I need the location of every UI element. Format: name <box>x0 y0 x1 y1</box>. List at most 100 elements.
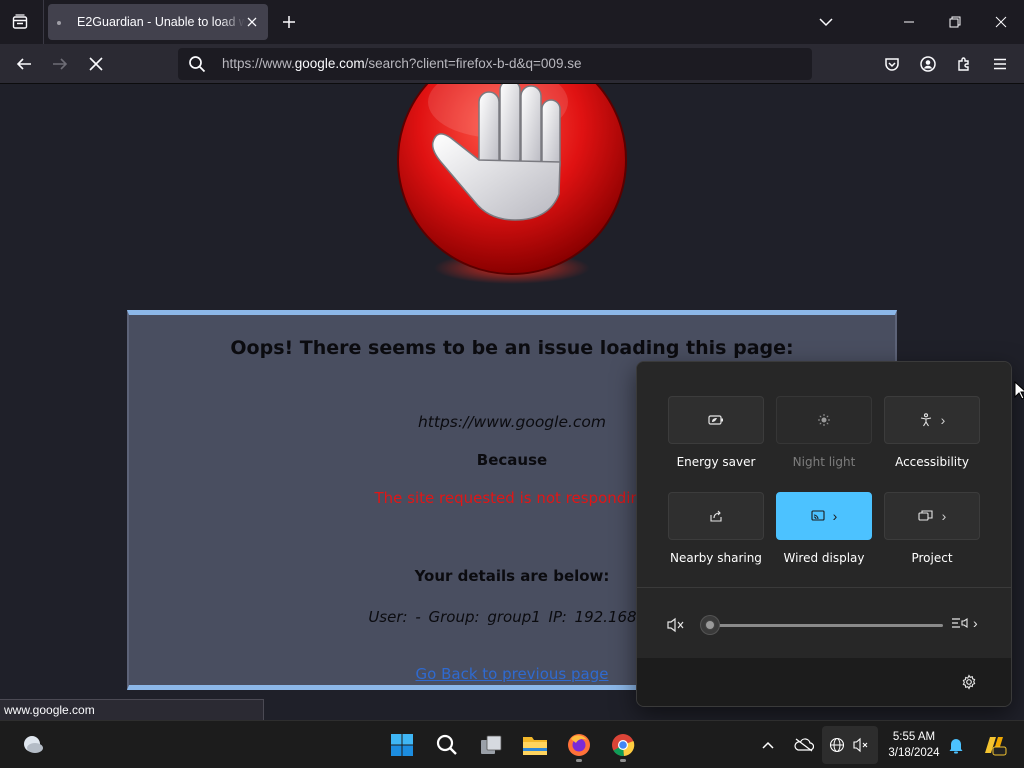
new-tab-button[interactable] <box>278 11 300 33</box>
chevron-up-icon <box>762 741 774 749</box>
bell-icon <box>949 739 963 754</box>
accessibility-icon <box>920 413 931 427</box>
extensions-button[interactable] <box>950 50 978 78</box>
start-icon <box>391 734 413 756</box>
pocket-icon <box>885 58 899 71</box>
account-icon <box>920 56 936 72</box>
file-explorer-button[interactable] <box>517 727 553 763</box>
back-button[interactable] <box>10 50 38 78</box>
notifications-button[interactable] <box>944 727 968 763</box>
chevron-down-icon <box>819 18 833 27</box>
network-volume-group[interactable] <box>822 726 878 764</box>
url-prefix: https://www. <box>222 56 295 71</box>
search-icon <box>436 734 457 755</box>
task-view-icon <box>481 735 502 754</box>
globe-icon <box>829 737 845 753</box>
error-heading: Oops! There seems to be an issue loading… <box>230 337 794 359</box>
chrome-icon <box>612 734 635 757</box>
firefox-view-button[interactable] <box>8 10 32 34</box>
gear-icon <box>962 674 976 690</box>
wired-display-label: Wired display <box>783 551 865 565</box>
address-bar[interactable]: https://www.google.com/search?client=fir… <box>178 48 812 80</box>
close-icon <box>995 16 1007 28</box>
stop-hand-icon <box>397 84 627 284</box>
tab-strip: E2Guardian - Unable to load web page <box>0 0 1024 44</box>
running-indicator <box>576 759 582 762</box>
url-domain: google.com <box>294 56 365 71</box>
accessibility-label: Accessibility <box>895 455 969 469</box>
project-icon <box>918 510 933 521</box>
file-explorer-icon <box>523 737 547 755</box>
night-light-toggle[interactable] <box>776 396 872 444</box>
close-icon <box>89 57 103 71</box>
clock-time: 5:55 AM <box>892 731 936 743</box>
show-hidden-icons-button[interactable] <box>754 727 782 763</box>
search-icon <box>189 56 206 73</box>
minimize-button[interactable] <box>886 0 932 44</box>
nearby-sharing-toggle[interactable] <box>668 492 764 540</box>
audio-output-button[interactable]: › <box>951 615 978 631</box>
clock[interactable]: 5:55 AM 3/18/2024 <box>880 729 948 761</box>
forward-button[interactable] <box>46 50 74 78</box>
firefox-button[interactable] <box>561 727 597 763</box>
mouse-cursor-icon <box>1014 381 1024 400</box>
app-menu-button[interactable] <box>986 50 1014 78</box>
task-view-button[interactable] <box>473 727 509 763</box>
speaker-muted-icon <box>853 737 868 753</box>
chevron-right-icon: › <box>941 508 947 524</box>
brightness-icon <box>818 414 830 426</box>
restore-icon <box>949 16 961 28</box>
minimize-icon <box>904 21 914 23</box>
battery-leaf-icon <box>708 415 723 425</box>
puzzle-icon <box>958 57 969 71</box>
onedrive-button[interactable] <box>788 727 820 763</box>
weather-widget[interactable] <box>14 727 50 763</box>
volume-slider-track[interactable] <box>709 624 943 627</box>
window-close-button[interactable] <box>978 0 1024 44</box>
plus-icon <box>283 16 295 28</box>
wired-display-button[interactable]: › <box>776 492 872 540</box>
clock-date: 3/18/2024 <box>888 747 940 759</box>
arrow-left-icon <box>16 58 31 70</box>
status-link: www.google.com <box>0 699 264 721</box>
loading-dot-icon <box>57 21 61 25</box>
tab-close-button[interactable] <box>244 14 260 30</box>
pocket-button[interactable] <box>878 50 906 78</box>
tab-separator <box>43 0 44 44</box>
start-button[interactable] <box>384 727 420 763</box>
project-button[interactable]: › <box>884 492 980 540</box>
url-path: /search?client=firefox-b-d&q=009.se <box>364 56 582 71</box>
address-url[interactable]: https://www.google.com/search?client=fir… <box>222 56 581 71</box>
accessibility-button[interactable]: › <box>884 396 980 444</box>
copilot-icon <box>985 737 1007 756</box>
copilot-button[interactable] <box>976 727 1012 763</box>
settings-button[interactable] <box>961 674 977 695</box>
mute-toggle[interactable] <box>667 617 685 638</box>
tab-active[interactable]: E2Guardian - Unable to load web page <box>48 4 268 40</box>
running-indicator <box>620 759 626 762</box>
cast-icon <box>811 510 825 521</box>
list-all-tabs-button[interactable] <box>815 11 837 33</box>
energy-saver-toggle[interactable] <box>668 396 764 444</box>
weather-icon <box>24 736 43 753</box>
volume-slider-thumb[interactable] <box>701 616 719 634</box>
nearby-sharing-label: Nearby sharing <box>670 551 762 565</box>
screen: E2Guardian - Unable to load web page <box>0 0 1024 768</box>
share-icon <box>710 510 722 522</box>
night-light-label: Night light <box>792 455 856 469</box>
chevron-right-icon: › <box>973 615 978 631</box>
speaker-muted-icon <box>667 617 684 633</box>
taskbar: 5:55 AM 3/18/2024 <box>0 720 1024 768</box>
chrome-button[interactable] <box>605 727 641 763</box>
stop-loading-button[interactable] <box>82 50 110 78</box>
account-button[interactable] <box>914 50 942 78</box>
search-button[interactable] <box>429 727 465 763</box>
firefox-icon <box>568 734 590 756</box>
chevron-right-icon: › <box>940 412 946 428</box>
firefox-view-icon <box>12 14 28 29</box>
tab-title: E2Guardian - Unable to load web page <box>77 15 245 29</box>
arrow-right-icon <box>53 58 68 70</box>
quick-settings-footer <box>637 658 1011 706</box>
restore-button[interactable] <box>932 0 978 44</box>
cloud-offline-icon <box>794 738 814 752</box>
